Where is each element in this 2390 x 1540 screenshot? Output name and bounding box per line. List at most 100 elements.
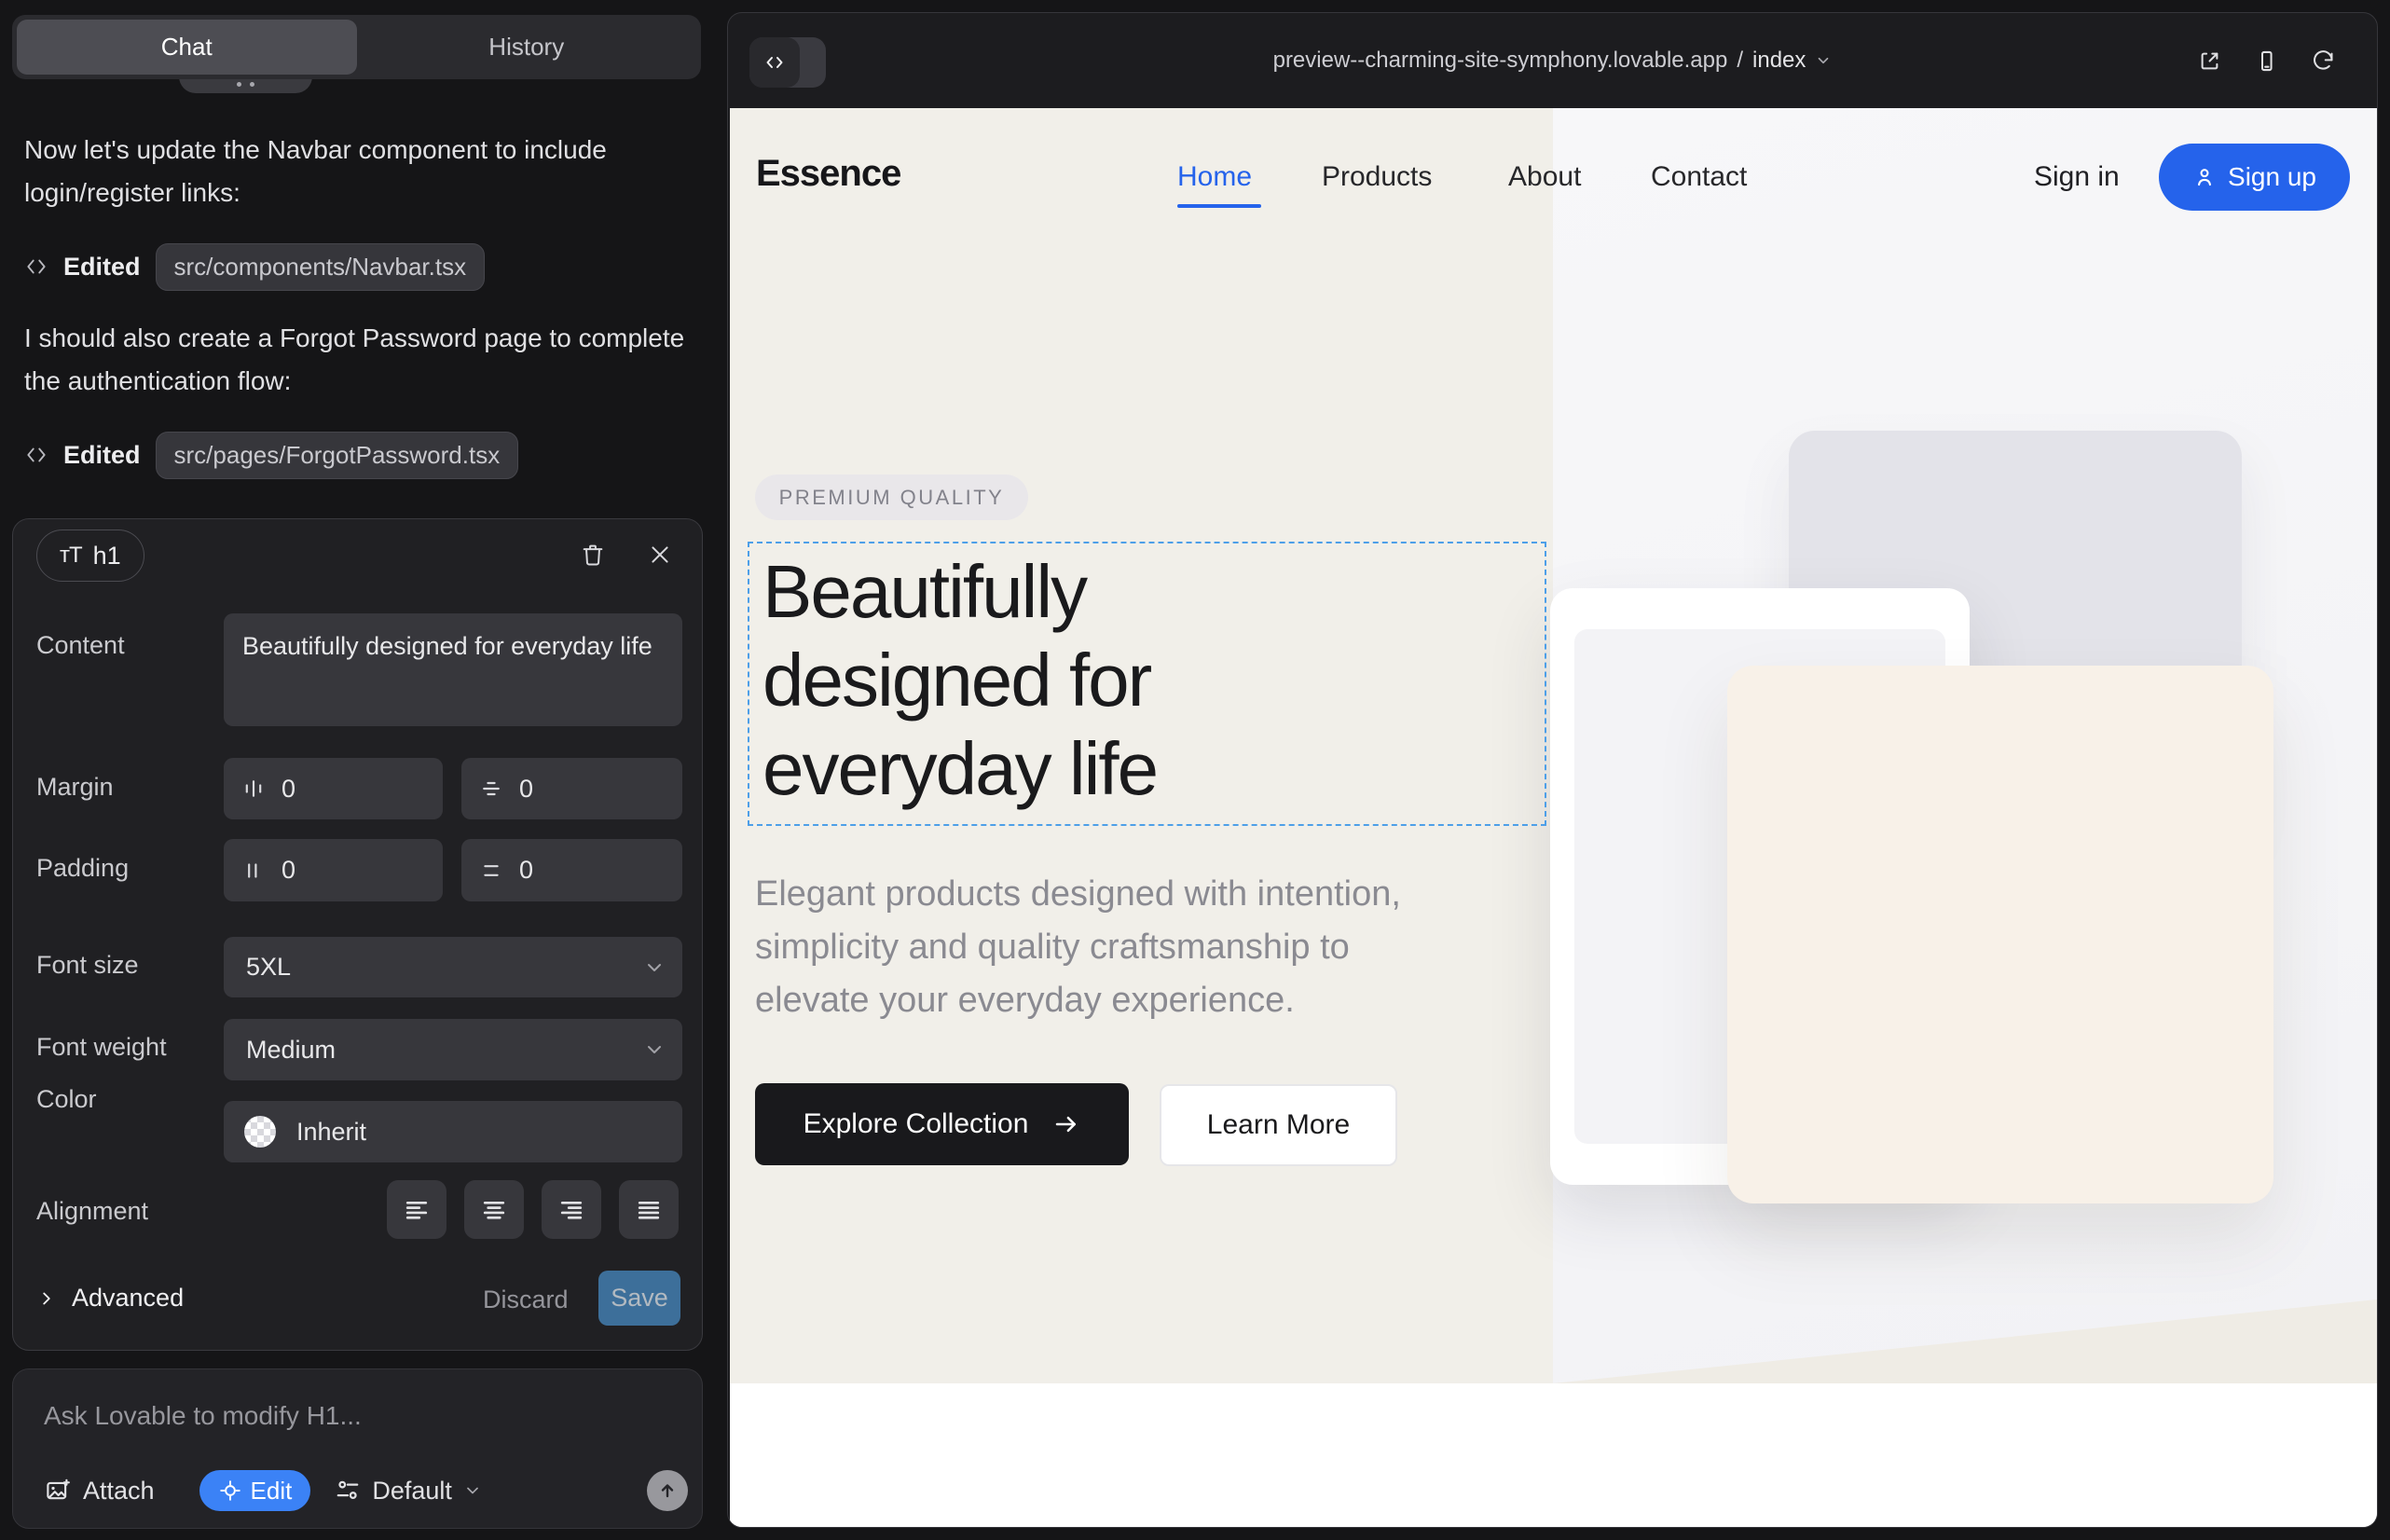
page-name: index [1752,48,1806,74]
edited-label: Edited [63,441,141,470]
tab-history[interactable]: History [357,20,697,75]
arrow-up-icon [656,1479,679,1502]
padding-y-icon [480,859,502,882]
site-preview: Essence Home Products About Contact Sign… [730,108,2377,1527]
edit-label: Edit [251,1477,293,1506]
advanced-label: Advanced [72,1284,184,1313]
chat-composer[interactable]: Ask Lovable to modify H1... Attach Edit … [12,1368,703,1529]
content-textarea[interactable]: Beautifully designed for everyday life [224,613,682,726]
attach-button[interactable]: Attach [44,1477,155,1506]
lovable-app: Chat History Now let's update the Navbar… [0,0,2390,1540]
send-button[interactable] [647,1470,688,1511]
margin-y-input[interactable]: 0 [461,758,682,819]
user-icon [2192,165,2217,189]
edited-label: Edited [63,253,141,282]
explore-collection-button[interactable]: Explore Collection [755,1083,1129,1165]
sign-up-button[interactable]: Sign up [2159,144,2350,211]
align-center-button[interactable] [464,1180,524,1239]
font-size-label: Font size [36,951,139,980]
browser-actions [2197,48,2336,74]
close-icon [648,543,672,567]
padding-x-input[interactable]: 0 [224,839,443,901]
selected-element-outline[interactable]: Beautifully designed for everyday life [748,542,1546,826]
selected-element-tag-pill[interactable]: тT h1 [36,529,144,582]
align-center-icon [481,1197,507,1223]
chevron-right-icon [36,1288,57,1309]
learn-more-button[interactable]: Learn More [1160,1084,1397,1166]
refresh-button[interactable] [2311,48,2336,74]
tab-chat[interactable]: Chat [17,20,357,75]
url-separator: / [1737,48,1743,74]
hero-section: Essence Home Products About Contact Sign… [730,108,2377,1383]
site-logo[interactable]: Essence [756,153,900,195]
decorative-card-beige [1727,666,2273,1203]
margin-x-input[interactable]: 0 [224,758,443,819]
assistant-message: Now let's update the Navbar component to… [24,129,688,214]
explore-collection-label: Explore Collection [804,1108,1029,1140]
margin-y-icon [480,777,502,800]
nav-link-contact[interactable]: Contact [1651,161,1747,193]
attach-label: Attach [83,1477,155,1506]
padding-label: Padding [36,854,129,883]
hero-description: Elegant products designed with intention… [755,868,1401,1027]
target-icon [218,1478,242,1503]
align-left-button[interactable] [387,1180,446,1239]
align-right-icon [558,1197,584,1223]
sign-up-label: Sign up [2228,162,2316,192]
element-editor-panel: тT h1 Content Beautifully designed for e… [12,518,703,1351]
sliders-icon [335,1478,361,1504]
attach-image-icon [44,1477,72,1505]
assistant-message: I should also create a Forgot Password p… [24,317,688,403]
sign-in-link[interactable]: Sign in [2034,161,2120,193]
font-size-select[interactable]: 5XL [224,937,682,997]
chevron-down-icon [643,1038,666,1061]
nav-link-home[interactable]: Home [1177,161,1252,193]
padding-x-icon [242,859,265,882]
file-path-pill[interactable]: src/pages/ForgotPassword.tsx [156,432,519,479]
url-bar[interactable]: preview--charming-site-symphony.lovable.… [728,13,2377,108]
next-section-background [730,1383,2377,1527]
save-button[interactable]: Save [598,1271,680,1326]
code-icon [24,443,48,467]
align-justify-icon [636,1197,662,1223]
discard-button[interactable]: Discard [483,1286,569,1314]
chevron-down-icon [463,1481,482,1500]
color-swatch-transparent [244,1116,276,1148]
color-label: Color [36,1085,97,1114]
alignment-label: Alignment [36,1197,148,1226]
mode-selector[interactable]: Default [335,1477,482,1506]
composer-input[interactable]: Ask Lovable to modify H1... [44,1401,362,1431]
edited-file-row: Edited src/pages/ForgotPassword.tsx [24,431,518,479]
edit-mode-pill[interactable]: Edit [199,1470,311,1511]
padding-y-input[interactable]: 0 [461,839,682,901]
margin-x-icon [242,777,265,800]
arrow-right-icon [1052,1110,1080,1138]
color-field[interactable]: Inherit [224,1101,682,1162]
typography-icon: тT [60,543,82,569]
ellipsis-dot [250,82,254,87]
delete-element-button[interactable] [572,534,613,575]
ellipsis-dot [237,82,241,87]
close-editor-button[interactable] [639,534,680,575]
align-justify-button[interactable] [619,1180,679,1239]
element-tag-label: h1 [93,542,121,571]
content-label: Content [36,631,125,660]
hero-badge: PREMIUM QUALITY [755,474,1028,520]
open-external-button[interactable] [2197,48,2222,74]
active-nav-underline [1177,204,1261,208]
advanced-toggle[interactable]: Advanced [36,1284,184,1313]
preview-url: preview--charming-site-symphony.lovable.… [1273,48,1728,74]
chevron-down-icon [1815,52,1832,69]
nav-link-about[interactable]: About [1508,161,1581,193]
file-path-pill[interactable]: src/components/Navbar.tsx [156,243,486,291]
margin-label: Margin [36,773,114,802]
hero-heading[interactable]: Beautifully designed for everyday life [762,547,1157,813]
align-left-icon [404,1197,430,1223]
nav-link-products[interactable]: Products [1322,161,1432,193]
mobile-view-button[interactable] [2254,48,2279,74]
code-icon [24,254,48,279]
font-weight-select[interactable]: Medium [224,1019,682,1080]
trash-icon [580,542,606,568]
mode-label: Default [372,1477,452,1506]
align-right-button[interactable] [542,1180,601,1239]
